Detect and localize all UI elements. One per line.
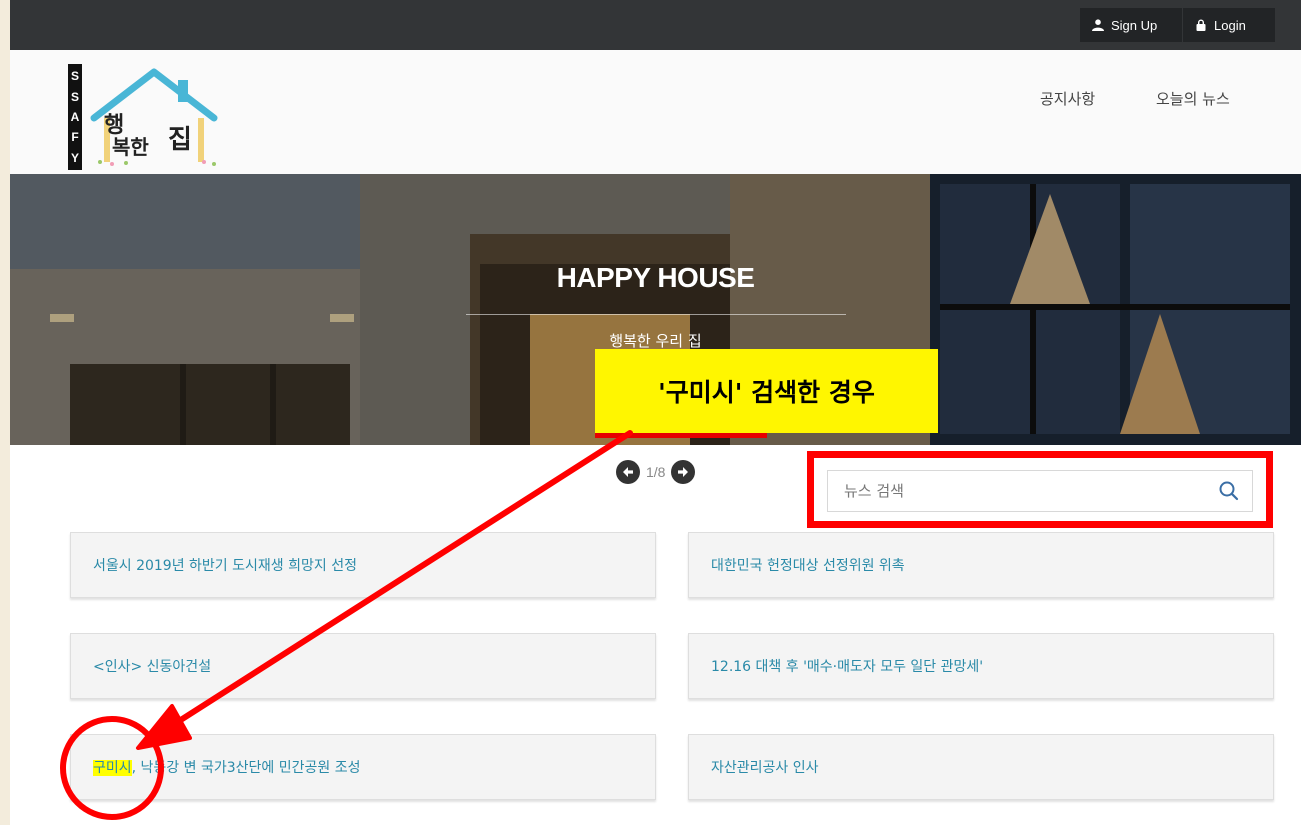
- nav-news[interactable]: 오늘의 뉴스: [1156, 88, 1230, 109]
- hero-subtitle: 행복한 우리 집: [609, 332, 702, 350]
- news-title: <인사> 신동아건설: [93, 659, 212, 675]
- news-title: 구미시, 낙동강 변 국가3산단에 민간공원 조성: [93, 760, 361, 776]
- news-search-box: [827, 470, 1253, 512]
- site-header: S S A F Y 행 복한 집 공지사항 오늘의 뉴스: [10, 50, 1301, 174]
- logo-ssafy-bar: S S A F Y: [68, 64, 82, 170]
- arrow-right-icon: [678, 467, 689, 477]
- news-title: 서울시 2019년 하반기 도시재생 희망지 선정: [93, 558, 357, 574]
- news-card[interactable]: 서울시 2019년 하반기 도시재생 희망지 선정: [70, 532, 656, 598]
- annotation-label: '구미시' 검색한 경우: [595, 349, 938, 433]
- search-match-highlight: 구미시: [93, 760, 132, 776]
- news-card[interactable]: 대한민국 헌정대상 선정위원 위촉: [688, 532, 1274, 598]
- sign-up-label: Sign Up: [1111, 17, 1158, 33]
- svg-text:복한: 복한: [112, 135, 149, 159]
- search-highlight-box: [807, 451, 1273, 528]
- login-button[interactable]: Login: [1183, 8, 1275, 42]
- news-title: 자산관리공사 인사: [711, 760, 819, 776]
- lock-icon: [1196, 19, 1206, 31]
- nav-notice[interactable]: 공지사항: [1040, 88, 1095, 109]
- page-indicator: 1/8: [646, 464, 666, 480]
- news-title: 12.16 대책 후 '매수·매도자 모두 일단 관망세': [711, 659, 984, 675]
- news-card[interactable]: 12.16 대책 후 '매수·매도자 모두 일단 관망세': [688, 633, 1274, 699]
- user-icon: [1092, 19, 1104, 31]
- site-logo[interactable]: S S A F Y 행 복한 집: [68, 64, 228, 172]
- hero-divider: [466, 314, 846, 315]
- house-logo-icon: 행 복한 집: [90, 68, 218, 166]
- sign-up-button[interactable]: Sign Up: [1080, 8, 1182, 42]
- arrow-left-icon: [623, 467, 633, 477]
- news-card[interactable]: 자산관리공사 인사: [688, 734, 1274, 800]
- news-card[interactable]: 구미시, 낙동강 변 국가3산단에 민간공원 조성: [70, 734, 656, 800]
- prev-page-button[interactable]: [616, 460, 640, 484]
- hero-title: HAPPY HOUSE: [556, 262, 755, 293]
- news-title: 대한민국 헌정대상 선정위원 위촉: [711, 558, 905, 574]
- page: Sign Up Login S S A F Y 행 복한 집 공지사항 오늘의 …: [10, 0, 1301, 825]
- login-label: Login: [1214, 17, 1246, 33]
- top-bar: Sign Up Login: [10, 0, 1301, 50]
- svg-text:집: 집: [168, 125, 192, 155]
- news-pager: 1/8: [616, 459, 696, 485]
- annotation-underline: [595, 433, 767, 438]
- news-search-input[interactable]: [828, 471, 1208, 511]
- search-icon[interactable]: [1218, 480, 1240, 502]
- news-card[interactable]: <인사> 신동아건설: [70, 633, 656, 699]
- next-page-button[interactable]: [671, 460, 696, 484]
